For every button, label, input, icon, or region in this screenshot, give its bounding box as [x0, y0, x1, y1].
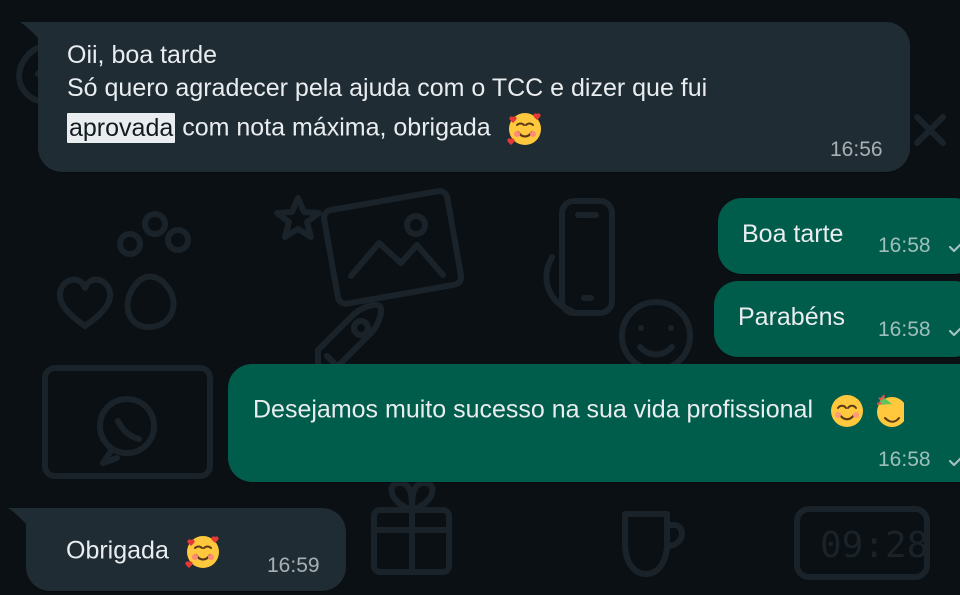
read-receipt-checkmark-icon: [948, 457, 960, 467]
read-receipt-checkmark-icon: [948, 243, 960, 253]
message-bubble-outgoing[interactable]: Parabéns 16:58: [714, 281, 960, 357]
message-bubble-outgoing[interactable]: Boa tarte 16:58: [718, 198, 960, 274]
message-time: 16:56: [830, 138, 883, 161]
message-text-line: aprovada com nota máxima, obrigada: [67, 110, 544, 148]
message-bubble-outgoing[interactable]: Desejamos muito sucesso na sua vida prof…: [228, 364, 960, 482]
message-text-fragment: com nota máxima, obrigada: [182, 113, 491, 142]
message-bubble-incoming[interactable]: Obrigada 16:59: [8, 508, 346, 591]
message-time: 16:59: [267, 554, 320, 577]
message-time: 16:58: [878, 318, 931, 341]
message-text: Obrigada: [66, 536, 169, 565]
incoming-bubble-tail: [8, 508, 36, 534]
chat-thread: Oii, boa tarde Só quero agradecer pela a…: [0, 0, 960, 595]
message-text-line: Oii, boa tarde: [67, 41, 218, 69]
incoming-bubble-tail: [20, 22, 48, 48]
read-receipt-checkmark-icon: [948, 327, 960, 337]
message-text: Boa tarte: [742, 220, 844, 248]
smiling-face-with-hearts-icon: [184, 533, 222, 571]
partying-face-icon: [874, 392, 904, 430]
message-bubble-incoming[interactable]: Oii, boa tarde Só quero agradecer pela a…: [20, 22, 910, 172]
message-text-line: Só quero agradecer pela ajuda com o TCC …: [67, 74, 708, 102]
message-text-line: Desejamos muito sucesso na sua vida prof…: [253, 392, 904, 430]
message-text: Desejamos muito sucesso na sua vida prof…: [253, 395, 813, 424]
message-time: 16:58: [878, 234, 931, 257]
message-text-line: Obrigada: [66, 533, 222, 571]
selected-text-highlight[interactable]: aprovada: [67, 112, 176, 143]
smiling-face-with-smiling-eyes-icon: [828, 392, 866, 430]
message-time: 16:58: [878, 448, 931, 471]
smiling-face-with-hearts-icon: [506, 110, 544, 148]
message-text: Parabéns: [738, 303, 846, 331]
